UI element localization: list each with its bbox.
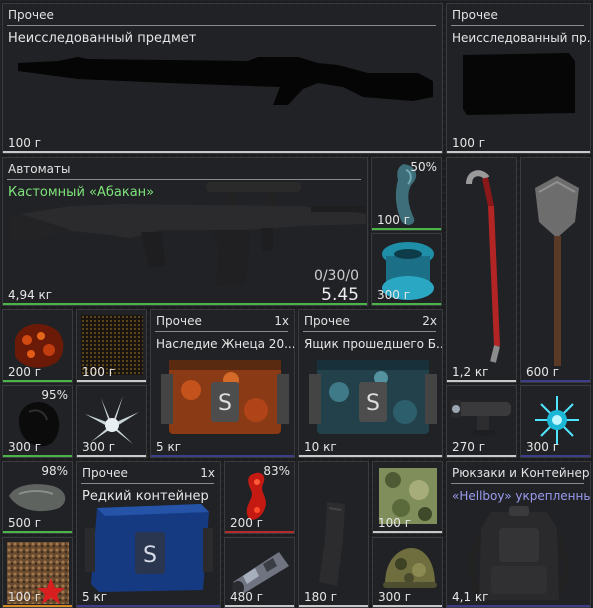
assault-rifle-icon (11, 182, 366, 286)
item-durability: 83% (263, 464, 290, 478)
orange-camo-case-icon: S (161, 360, 289, 434)
item-count: 1x (200, 466, 215, 480)
item-durability: 95% (41, 388, 68, 402)
item-past-box[interactable]: Прочее 2x Ящик прошедшего Б... S 10 кг (298, 309, 443, 458)
item-weight: 5 кг (156, 440, 182, 454)
item-weight: 100 г (378, 516, 412, 530)
svg-text:S: S (218, 391, 232, 416)
item-abakan-rifle[interactable]: Автоматы Кастомный «Абакан» 0/30/0 5.45 … (2, 157, 368, 306)
item-blue-coil[interactable]: 300 г (371, 233, 442, 306)
item-category: Прочее (156, 314, 202, 328)
item-camo-patch[interactable]: 100 г (372, 461, 443, 534)
item-durability: 98% (41, 464, 68, 478)
item-category: Прочее (304, 314, 350, 328)
item-count: 2x (422, 314, 437, 328)
item-red-flower[interactable]: 83% 200 г (224, 461, 295, 534)
backpack-icon (469, 506, 569, 600)
shovel-icon (535, 176, 579, 366)
item-unknown-box[interactable]: Прочее Неисследованный пр... 100 г (446, 3, 591, 154)
blue-case-icon: S (85, 504, 213, 592)
item-weight: 180 г (304, 590, 338, 604)
item-weight: 100 г (8, 590, 42, 604)
item-weight: 300 г (8, 440, 42, 454)
item-name: «Hellboy» укрепленны... (452, 489, 591, 503)
item-name: Неисследованный пр... (452, 31, 591, 45)
item-category: Автоматы (8, 162, 71, 176)
item-weight: 300 г (378, 590, 412, 604)
item-weight: 300 г (377, 288, 411, 302)
item-weight: 4,94 кг (8, 288, 53, 302)
item-blue-bone[interactable]: 50% 100 г (371, 157, 442, 231)
item-crowbar[interactable]: 1,2 кг (446, 157, 517, 383)
item-category: Прочее (452, 8, 498, 22)
item-white-crystal[interactable]: 300 г (76, 385, 147, 458)
item-durability: 50% (410, 160, 437, 174)
item-cyan-spark[interactable]: 300 г (520, 385, 591, 458)
item-weight: 200 г (230, 516, 264, 530)
crowbar-icon (466, 170, 500, 363)
magazine-icon (319, 502, 345, 586)
item-magazine[interactable]: 180 г (298, 461, 369, 608)
item-weight: 100 г (8, 136, 42, 150)
rifle-scope-icon (451, 400, 511, 436)
item-dark-tile[interactable]: 100 г (76, 309, 147, 383)
item-weight: 100 г (82, 365, 116, 379)
item-camo-helmet[interactable]: 300 г (372, 537, 443, 608)
item-weight: 300 г (526, 440, 560, 454)
item-count: 1x (274, 314, 289, 328)
item-unknown-rifle[interactable]: Прочее Неисследованный предмет 100 г (2, 3, 443, 154)
item-gray-rock[interactable]: 98% 500 г (2, 461, 73, 534)
item-weight: 300 г (82, 440, 116, 454)
lava-artifact-icon (15, 324, 64, 368)
item-weight: 500 г (8, 516, 42, 530)
rifle-silhouette-icon (18, 57, 433, 105)
item-weight: 600 г (526, 365, 560, 379)
item-weight: 270 г (452, 440, 486, 454)
svg-text:S: S (143, 543, 157, 568)
item-weight: 10 кг (304, 440, 337, 454)
item-weight: 100 г (377, 213, 411, 227)
ammo-counter: 0/30/0 (313, 268, 359, 284)
item-reaper-case[interactable]: Прочее 1x Наследие Жнеца 20... S 5 кг (150, 309, 295, 458)
svg-text:S: S (366, 391, 380, 416)
item-category: Рюкзаки и Контейнеры (452, 466, 591, 480)
item-weight: 4,1 кг (452, 590, 489, 604)
item-name: Неисследованный предмет (8, 31, 197, 46)
item-category: Прочее (8, 8, 54, 22)
item-scope[interactable]: 270 г (446, 385, 517, 458)
item-weight: 1,2 кг (452, 365, 489, 379)
item-tube[interactable]: 480 г (224, 537, 295, 608)
caliber-label: 5.45 (321, 285, 359, 305)
box-silhouette-icon (463, 53, 575, 115)
item-rare-container[interactable]: Прочее 1x Редкий контейнер S 5 кг (76, 461, 221, 608)
rock-artifact-icon (9, 484, 66, 512)
item-shovel[interactable]: 600 г (520, 157, 591, 383)
item-weight: 200 г (8, 365, 42, 379)
item-black-feather[interactable]: 95% 300 г (2, 385, 73, 458)
item-category: Прочее (82, 466, 128, 480)
item-red-star-tile[interactable]: 100 г (2, 537, 73, 608)
item-weight: 480 г (230, 590, 264, 604)
camo-tube-icon (232, 552, 289, 595)
teal-camo-case-icon: S (309, 360, 437, 434)
item-weight: 5 кг (82, 590, 108, 604)
item-weight: 100 г (452, 136, 486, 150)
item-hellboy-backpack[interactable]: Рюкзаки и Контейнеры «Hellboy» укрепленн… (446, 461, 591, 608)
item-orange-crystal[interactable]: 200 г (2, 309, 73, 383)
